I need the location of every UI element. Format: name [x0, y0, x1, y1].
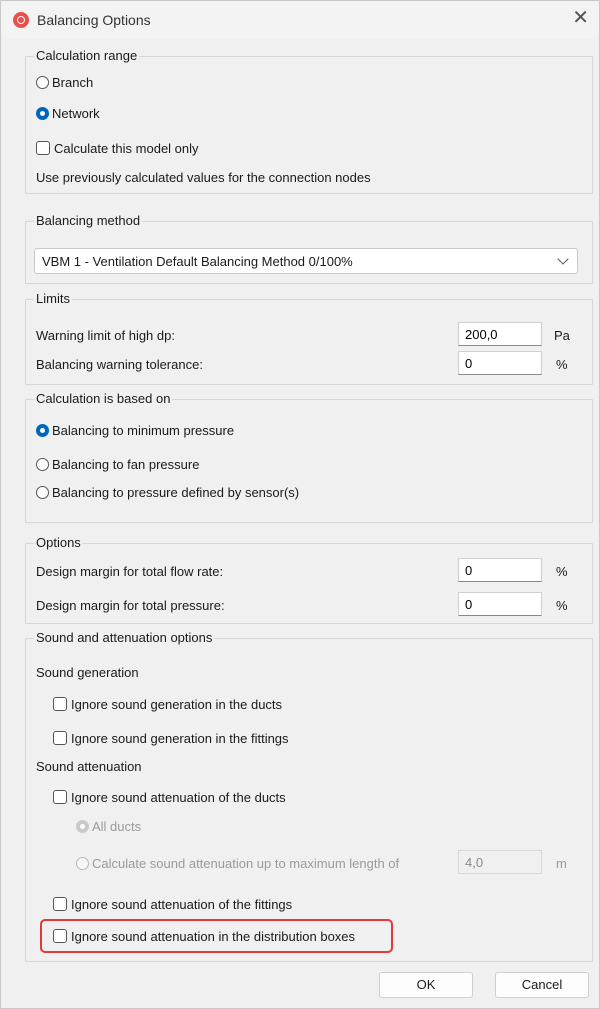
options-legend: Options [34, 535, 83, 550]
attention-highlight-box [40, 919, 393, 953]
options-group: Options Design margin for total flow rat… [25, 535, 593, 624]
checkbox-att-ducts-icon [53, 790, 67, 804]
chevron-down-icon [557, 253, 569, 265]
app-logo-icon [13, 12, 29, 28]
pressure-margin-unit: % [556, 598, 568, 613]
radio-sensor-pressure-label: Balancing to pressure defined by sensor(… [52, 485, 300, 500]
radio-branch-label: Branch [52, 75, 94, 90]
radio-network-icon [36, 107, 49, 120]
radio-fan-pressure[interactable]: Balancing to fan pressure [36, 457, 199, 472]
high-dp-label: Warning limit of high dp: [36, 328, 175, 343]
checkbox-att-fittings-label: Ignore sound attenuation of the fittings [71, 897, 293, 912]
calculation-basis-legend: Calculation is based on [34, 391, 173, 406]
pressure-margin-input[interactable] [458, 592, 542, 616]
flow-margin-input[interactable] [458, 558, 542, 582]
radio-branch-icon [36, 76, 49, 89]
title-bar: Balancing Options ✕ [1, 1, 599, 39]
checkbox-att-ducts[interactable]: Ignore sound attenuation of the ducts [53, 790, 286, 805]
radio-min-pressure-icon [36, 424, 49, 437]
checkbox-model-only[interactable]: Calculate this model only [36, 141, 199, 156]
balancing-method-select[interactable]: VBM 1 - Ventilation Default Balancing Me… [34, 248, 578, 274]
checkbox-gen-ducts-icon [53, 697, 67, 711]
sound-generation-heading: Sound generation [36, 665, 139, 680]
radio-min-pressure-label: Balancing to minimum pressure [52, 423, 235, 438]
radio-max-length-label: Calculate sound attenuation up to maximu… [92, 856, 400, 871]
radio-network[interactable]: Network [36, 106, 100, 121]
balancing-method-value: VBM 1 - Ventilation Default Balancing Me… [42, 254, 353, 269]
ok-button[interactable]: OK [379, 972, 473, 998]
radio-all-ducts-label: All ducts [92, 819, 142, 834]
sound-options-legend: Sound and attenuation options [34, 630, 215, 645]
calculation-range-group: Calculation range Branch Network Calcula… [25, 48, 593, 194]
max-length-input [458, 850, 542, 874]
calculation-basis-group: Calculation is based on Balancing to min… [25, 391, 593, 523]
close-icon[interactable]: ✕ [572, 8, 589, 28]
connection-nodes-note: Use previously calculated values for the… [36, 170, 371, 185]
limits-group: Limits Warning limit of high dp: Pa Bala… [25, 291, 593, 385]
checkbox-gen-ducts[interactable]: Ignore sound generation in the ducts [53, 697, 282, 712]
calculation-range-legend: Calculation range [34, 48, 140, 63]
max-length-unit: m [556, 856, 567, 871]
flow-margin-label: Design margin for total flow rate: [36, 564, 224, 579]
radio-all-ducts: All ducts [76, 819, 141, 834]
balancing-method-legend: Balancing method [34, 213, 143, 228]
sound-attenuation-heading: Sound attenuation [36, 759, 142, 774]
checkbox-att-fittings[interactable]: Ignore sound attenuation of the fittings [53, 897, 292, 912]
balancing-method-group: Balancing method VBM 1 - Ventilation Def… [25, 213, 593, 284]
radio-sensor-pressure-icon [36, 486, 49, 499]
limits-legend: Limits [34, 291, 72, 306]
radio-network-label: Network [52, 106, 100, 121]
radio-sensor-pressure[interactable]: Balancing to pressure defined by sensor(… [36, 485, 299, 500]
window-title: Balancing Options [37, 12, 151, 28]
radio-all-ducts-icon [76, 820, 89, 833]
radio-min-pressure[interactable]: Balancing to minimum pressure [36, 423, 234, 438]
checkbox-model-only-label: Calculate this model only [54, 141, 199, 156]
radio-fan-pressure-label: Balancing to fan pressure [52, 457, 200, 472]
checkbox-model-only-icon [36, 141, 50, 155]
high-dp-input[interactable] [458, 322, 542, 346]
checkbox-att-ducts-label: Ignore sound attenuation of the ducts [71, 790, 286, 805]
tolerance-input[interactable] [458, 351, 542, 375]
checkbox-gen-fittings[interactable]: Ignore sound generation in the fittings [53, 731, 289, 746]
pressure-margin-label: Design margin for total pressure: [36, 598, 225, 613]
checkbox-gen-fittings-icon [53, 731, 67, 745]
cancel-button[interactable]: Cancel [495, 972, 589, 998]
radio-branch[interactable]: Branch [36, 75, 93, 90]
sound-options-group: Sound and attenuation options Sound gene… [25, 630, 593, 962]
flow-margin-unit: % [556, 564, 568, 579]
checkbox-gen-ducts-label: Ignore sound generation in the ducts [71, 697, 283, 712]
radio-fan-pressure-icon [36, 458, 49, 471]
checkbox-att-fittings-icon [53, 897, 67, 911]
tolerance-unit: % [556, 357, 568, 372]
high-dp-unit: Pa [554, 328, 570, 343]
tolerance-label: Balancing warning tolerance: [36, 357, 203, 372]
checkbox-gen-fittings-label: Ignore sound generation in the fittings [71, 731, 289, 746]
balancing-options-dialog: Balancing Options ✕ Calculation range Br… [0, 0, 600, 1009]
radio-max-length-icon [76, 857, 89, 870]
radio-max-length: Calculate sound attenuation up to maximu… [76, 856, 399, 871]
